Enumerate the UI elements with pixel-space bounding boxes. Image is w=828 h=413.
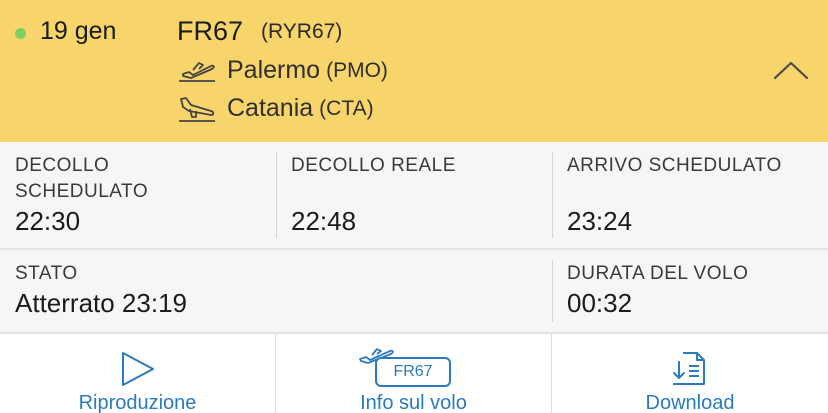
actual-departure-value: 22:48 bbox=[291, 206, 357, 236]
duration-cell: DURATA DEL VOLO 00:32 bbox=[552, 250, 828, 332]
playback-label: Riproduzione bbox=[78, 392, 197, 413]
departure-airport: Palermo (PMO) bbox=[177, 56, 388, 85]
flight-info-label: Info sul volo bbox=[360, 392, 467, 413]
flight-callsign: (RYR67) bbox=[261, 20, 343, 43]
download-label: Download bbox=[645, 392, 735, 413]
flight-header[interactable]: 19 gen FR67 (RYR67) Palermo (PMO) Catani… bbox=[0, 0, 828, 142]
download-button[interactable]: Download bbox=[552, 334, 828, 413]
landing-icon bbox=[179, 96, 215, 122]
scheduled-departure-cell: DECOLLO SCHEDULATO 22:30 bbox=[0, 142, 276, 248]
arrival-code: (CTA) bbox=[319, 96, 374, 120]
download-document-icon bbox=[673, 352, 705, 385]
playback-button[interactable]: Riproduzione bbox=[0, 334, 275, 413]
actual-departure-cell: DECOLLO REALE 22:48 bbox=[276, 142, 552, 248]
flight-status-section: STATO Atterrato 23:19 DURATA DEL VOLO 00… bbox=[0, 250, 828, 334]
duration-value: 00:32 bbox=[567, 288, 633, 318]
flight-date: 19 gen bbox=[40, 17, 117, 45]
status-value: Atterrato 23:19 bbox=[15, 288, 187, 318]
departure-code: (PMO) bbox=[326, 58, 388, 82]
chevron-up-icon[interactable] bbox=[772, 58, 810, 84]
live-status-dot bbox=[15, 28, 26, 39]
duration-label: DURATA DEL VOLO bbox=[567, 263, 749, 284]
departure-city: Palermo bbox=[227, 56, 321, 84]
scheduled-departure-label-line1: DECOLLO bbox=[15, 155, 110, 176]
arrival-city: Catania bbox=[227, 94, 314, 122]
scheduled-arrival-label: ARRIVO SCHEDULATO bbox=[567, 155, 782, 176]
actual-departure-label: DECOLLO REALE bbox=[291, 155, 456, 176]
scheduled-arrival-value: 23:24 bbox=[567, 206, 633, 236]
scheduled-departure-value: 22:30 bbox=[15, 206, 81, 236]
scheduled-arrival-cell: ARRIVO SCHEDULATO 23:24 bbox=[552, 142, 828, 248]
flight-badge: FR67 bbox=[375, 357, 451, 387]
flight-info-button[interactable]: FR67 Info sul volo bbox=[276, 334, 551, 413]
takeoff-icon bbox=[179, 61, 215, 82]
action-bar: Riproduzione FR67 Info sul volo Download bbox=[0, 334, 828, 413]
play-icon bbox=[122, 352, 154, 386]
scheduled-departure-label-line2: SCHEDULATO bbox=[15, 181, 149, 202]
status-label: STATO bbox=[15, 263, 78, 284]
flight-times-section: DECOLLO SCHEDULATO 22:30 DECOLLO REALE 2… bbox=[0, 142, 828, 250]
arrival-airport: Catania (CTA) bbox=[177, 94, 374, 123]
flight-number: FR67 bbox=[177, 16, 244, 46]
status-cell: STATO Atterrato 23:19 bbox=[0, 250, 552, 332]
